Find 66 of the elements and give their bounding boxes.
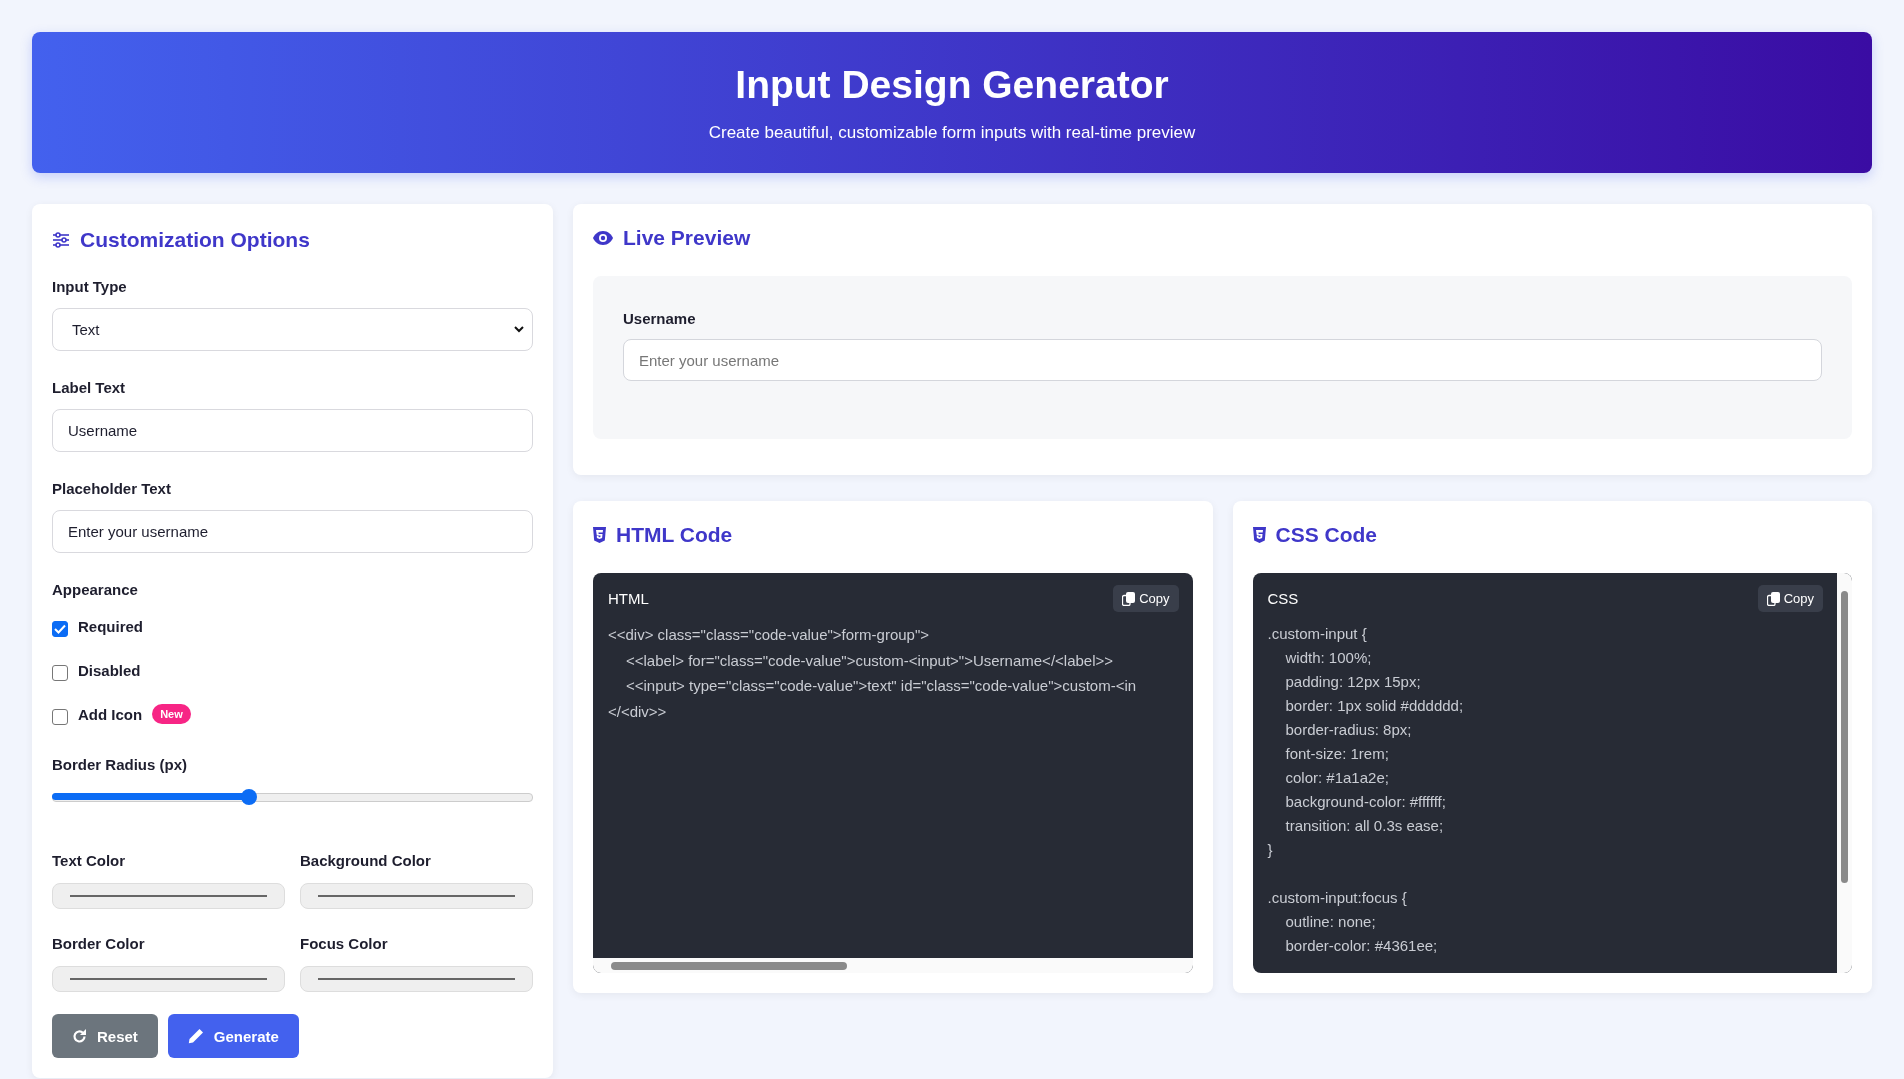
preview-input-field[interactable]: Enter your username [623, 339, 1822, 381]
code-line: color: #1a1a2e; [1284, 768, 1390, 788]
color-picker[interactable] [300, 883, 533, 909]
slider-thumb[interactable] [241, 789, 258, 805]
section-title: Live Preview [623, 226, 751, 250]
color-picker[interactable] [52, 883, 285, 909]
color-picker[interactable] [52, 966, 285, 992]
checkbox[interactable] [52, 709, 68, 725]
page-subtitle: Create beautiful, customizable form inputs with real-time preview [708, 122, 1196, 143]
code-line: </<div>> [608, 701, 668, 722]
code-line: outline: none; [1284, 912, 1377, 932]
new-badge: New [152, 704, 191, 724]
code-language-label: HTML [608, 590, 649, 607]
field-label: Label Text [52, 379, 127, 396]
generate-button[interactable]: Generate [167, 1014, 299, 1058]
reset-button[interactable]: Reset [52, 1014, 158, 1058]
section-title: Customization Options [80, 228, 310, 252]
copy-button[interactable]: Copy [1113, 585, 1179, 612]
chevron-down-icon [514, 326, 524, 333]
code-line: width: 100%; [1284, 648, 1373, 668]
input-field[interactable]: Enter your username [52, 510, 533, 553]
sliders-icon [52, 232, 70, 248]
section-title: CSS Code [1275, 523, 1377, 547]
code-language-label: CSS [1267, 590, 1299, 607]
checkbox-label: Add Icon [78, 705, 143, 723]
copy-button[interactable]: Copy [1757, 585, 1823, 612]
field-label: Border Color [52, 935, 146, 952]
field-label: Appearance [52, 581, 139, 598]
code-line: .custom-input { [1267, 624, 1368, 644]
field-label: Input Type [52, 278, 128, 295]
code-line: border-color: #4361ee; [1284, 936, 1439, 956]
code-line: border-radius: 8px; [1284, 720, 1413, 740]
pencil-icon [187, 1028, 204, 1044]
field-label: Text Color [52, 852, 127, 869]
code-line: <<input> type="class="code-value">text" id="class="code-value">custom-<in [625, 676, 1138, 696]
page-title: Input Design Generator [735, 62, 1169, 107]
field-label: Focus Color [300, 935, 389, 952]
code-line: font-size: 1rem; [1284, 744, 1390, 764]
code-line: } [1267, 840, 1274, 860]
code-line: <<label> for="class="code-value">custom-<input>">Username</<label>> [625, 650, 1115, 671]
input-type-select[interactable]: Text [52, 308, 533, 351]
field-label: Border Radius (px) [52, 756, 188, 773]
field-label: Username [623, 310, 697, 327]
horizontal-scrollbar[interactable] [593, 958, 1193, 973]
checkbox-label: Disabled [78, 661, 141, 679]
checkbox[interactable] [52, 665, 68, 681]
redo-icon [72, 1028, 87, 1044]
input-field[interactable]: Username [52, 409, 533, 452]
vertical-scrollbar[interactable] [1837, 573, 1852, 973]
section-title: HTML Code [616, 523, 733, 547]
eye-icon [593, 231, 613, 245]
html-shield-icon [593, 527, 606, 543]
color-picker[interactable] [300, 966, 533, 992]
checkbox-label: Required [78, 617, 143, 635]
code-line: border: 1px solid #dddddd; [1284, 696, 1465, 716]
css-shield-icon [1252, 527, 1266, 543]
code-line: background-color: #ffffff; [1284, 792, 1447, 812]
copy-icon [1122, 591, 1136, 606]
code-line: padding: 12px 15px; [1284, 672, 1422, 692]
field-label: Background Color [300, 852, 432, 869]
checkbox[interactable] [52, 621, 68, 637]
field-label: Placeholder Text [52, 480, 172, 497]
code-line: .custom-input:focus { [1267, 888, 1408, 908]
copy-icon [1766, 591, 1780, 606]
code-line: <<div> class="class="code-value">form-group"> [608, 625, 931, 645]
code-line: transition: all 0.3s ease; [1284, 816, 1445, 836]
